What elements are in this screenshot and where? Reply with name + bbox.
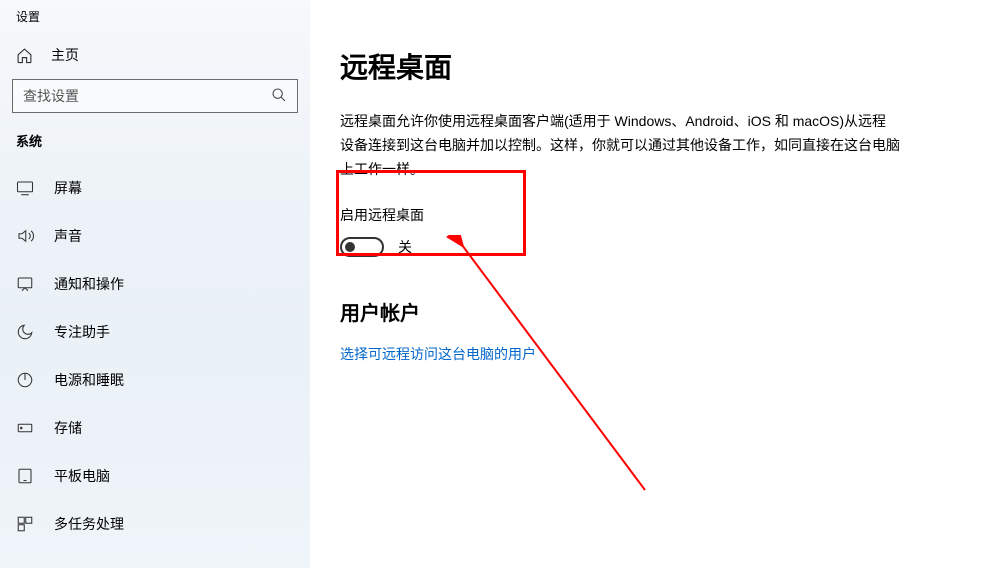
section-label: 系统 xyxy=(0,131,310,164)
remote-desktop-toggle[interactable] xyxy=(340,237,384,257)
power-icon xyxy=(16,371,34,389)
toggle-state: 关 xyxy=(398,237,412,257)
enable-remote-desktop-label: 启用远程桌面 xyxy=(340,205,953,225)
nav-label: 存储 xyxy=(54,418,82,438)
sidebar-item-power[interactable]: 电源和睡眠 xyxy=(0,356,310,404)
storage-icon xyxy=(16,419,34,437)
nav-label: 专注助手 xyxy=(54,322,110,342)
page-title: 远程桌面 xyxy=(340,46,953,86)
search-input[interactable] xyxy=(23,88,243,104)
focus-icon xyxy=(16,323,34,341)
nav-label: 电源和睡眠 xyxy=(54,370,124,390)
sidebar-item-storage[interactable]: 存储 xyxy=(0,404,310,452)
notifications-icon xyxy=(16,275,34,293)
sidebar-item-focus[interactable]: 专注助手 xyxy=(0,308,310,356)
nav-label: 屏幕 xyxy=(54,178,82,198)
nav-label: 多任务处理 xyxy=(54,514,124,534)
display-icon xyxy=(16,179,34,197)
multitask-icon xyxy=(16,515,34,533)
nav-list: 屏幕 声音 通知和操作 专注助手 xyxy=(0,164,310,548)
home-nav[interactable]: 主页 xyxy=(0,35,310,79)
toggle-row: 关 xyxy=(340,237,953,257)
app-title: 设置 xyxy=(0,6,310,35)
sidebar-item-display[interactable]: 屏幕 xyxy=(0,164,310,212)
sidebar-item-sound[interactable]: 声音 xyxy=(0,212,310,260)
nav-label: 通知和操作 xyxy=(54,274,124,294)
description: 远程桌面允许你使用远程桌面客户端(适用于 Windows、Android、iOS… xyxy=(340,110,900,181)
toggle-knob xyxy=(345,242,355,252)
tablet-icon xyxy=(16,467,34,485)
nav-label: 声音 xyxy=(54,226,82,246)
nav-label: 平板电脑 xyxy=(54,466,110,486)
home-icon xyxy=(16,47,33,64)
select-users-link[interactable]: 选择可远程访问这台电脑的用户 xyxy=(340,346,536,362)
sound-icon xyxy=(16,227,34,245)
main-content: 远程桌面 远程桌面允许你使用远程桌面客户端(适用于 Windows、Androi… xyxy=(310,0,983,568)
search-icon xyxy=(271,87,287,106)
user-account-heading: 用户帐户 xyxy=(340,297,953,326)
home-label: 主页 xyxy=(51,45,79,65)
sidebar: 设置 主页 系统 屏幕 声 xyxy=(0,0,310,568)
sidebar-item-tablet[interactable]: 平板电脑 xyxy=(0,452,310,500)
search-box[interactable] xyxy=(12,79,298,113)
sidebar-item-multitask[interactable]: 多任务处理 xyxy=(0,500,310,548)
sidebar-item-notifications[interactable]: 通知和操作 xyxy=(0,260,310,308)
